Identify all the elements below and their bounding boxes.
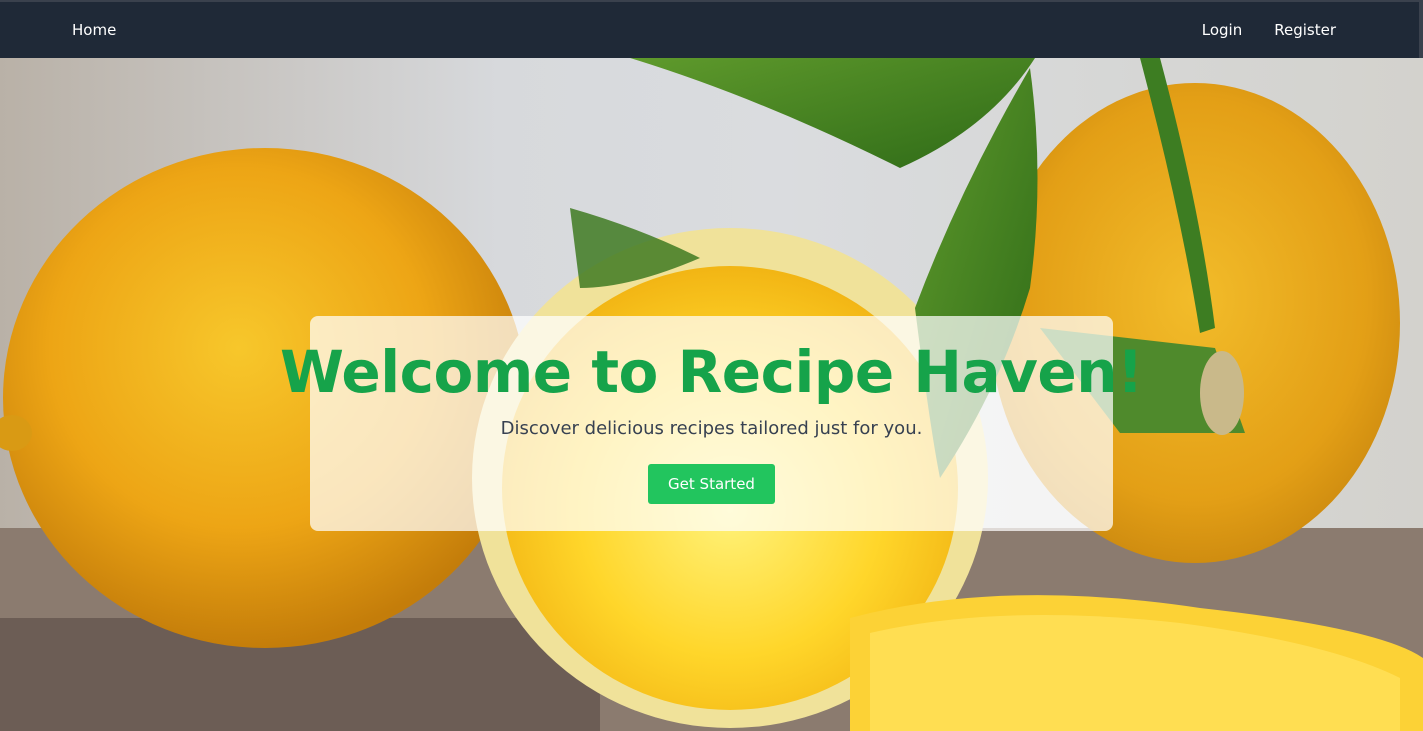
hero-section: Welcome to Recipe Haven! Discover delici… xyxy=(0,58,1423,731)
nav-login-link[interactable]: Login xyxy=(1202,21,1242,39)
nav-auth-links: Login Register xyxy=(1202,21,1336,39)
page-scrollbar[interactable] xyxy=(1419,0,1423,58)
hero-subtitle: Discover delicious recipes tailored just… xyxy=(500,418,923,439)
top-navbar: Home Login Register xyxy=(0,0,1423,58)
nav-register-link[interactable]: Register xyxy=(1274,21,1336,39)
get-started-button[interactable]: Get Started xyxy=(648,464,775,504)
welcome-card: Welcome to Recipe Haven! Discover delici… xyxy=(280,316,1143,531)
nav-home-link[interactable]: Home xyxy=(72,21,116,39)
hero-title: Welcome to Recipe Haven! xyxy=(280,338,1143,406)
